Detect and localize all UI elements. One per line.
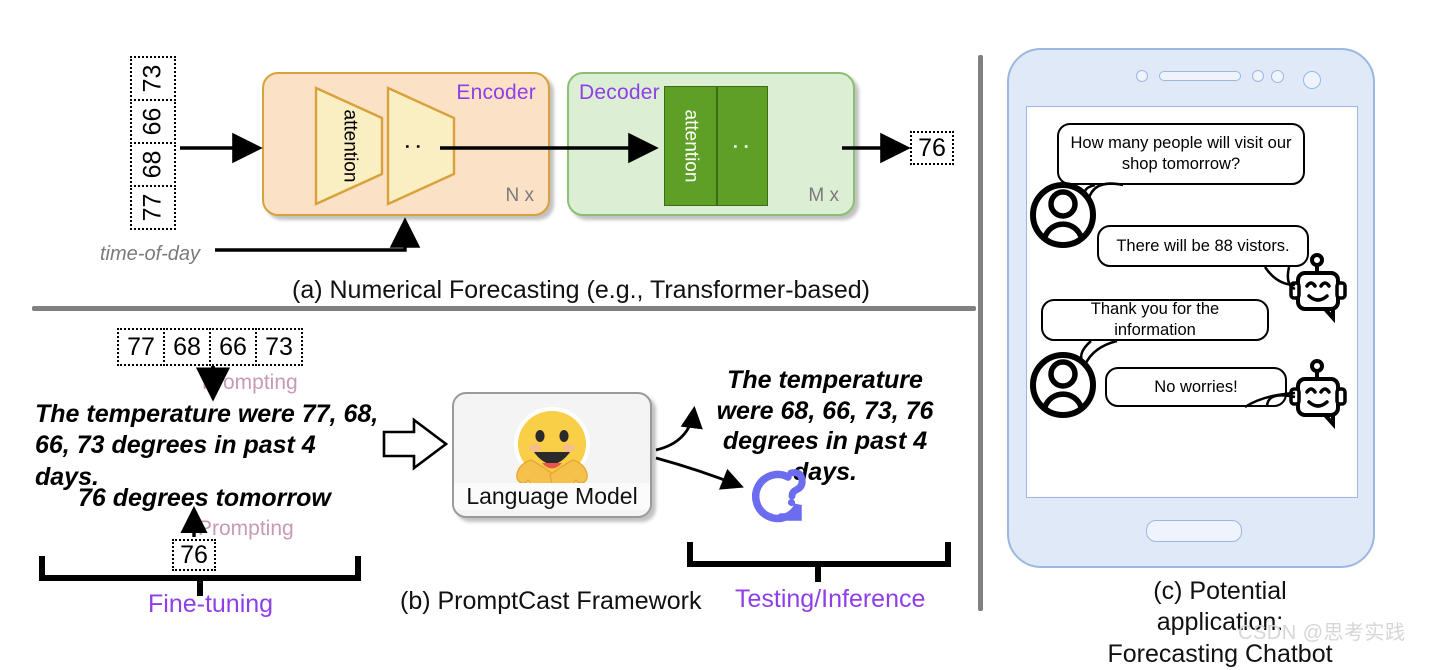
- testing-inference-label: Testing/Inference: [735, 585, 926, 613]
- decoder-repeat-count: M x: [808, 185, 839, 206]
- forecast-output-cell: 76: [910, 131, 954, 165]
- phone-home-button[interactable]: [1146, 520, 1242, 542]
- vertical-divider: [978, 55, 983, 611]
- encoder-stack-trapezoid: :: [386, 86, 456, 206]
- sequence-cell: 68: [163, 328, 211, 366]
- inference-chat-question-icon: [748, 465, 812, 534]
- phone-sensor-dot-2: [1271, 70, 1284, 83]
- encoder-block: Encoder N x attention :: [262, 72, 550, 216]
- user-avatar-icon: [1030, 182, 1096, 248]
- sequence-value-row: 77 68 66 73: [117, 328, 303, 366]
- phone-mockup: How many people will visit our shop tomo…: [1007, 48, 1375, 568]
- decoder-block: Decoder M x attention :: [567, 72, 855, 216]
- phone-screen: How many people will visit our shop tomo…: [1026, 106, 1358, 498]
- input-cell: 77: [130, 185, 176, 230]
- encoder-title: Encoder: [456, 81, 536, 104]
- decoder-title: Decoder: [579, 81, 660, 104]
- bot-avatar-icon: [1289, 253, 1347, 324]
- finetune-label: Fine-tuning: [148, 590, 274, 618]
- input-cell: 66: [130, 99, 176, 144]
- phone-camera-dot: [1136, 70, 1148, 82]
- prompting-label-target: Prompting: [198, 517, 294, 540]
- decoder-attention-rect: attention: [664, 86, 717, 206]
- test-sentence: The temperature were 68, 66, 73, 76 degr…: [716, 366, 934, 486]
- decoder-attention-label: attention: [680, 109, 702, 183]
- encoder-repeat-count: N x: [505, 185, 535, 206]
- prompting-label-input: Prompting: [202, 371, 298, 394]
- input-cell: 68: [130, 142, 176, 187]
- decoder-stack-rect: :: [717, 86, 768, 206]
- language-model-label: Language Model: [454, 483, 650, 510]
- sequence-cell: 66: [209, 328, 257, 366]
- input-cell: 73: [130, 56, 176, 101]
- input-cell-label: 66: [138, 107, 167, 136]
- figure-canvas: 73 66 68 77 Encoder N x attention : Deco…: [0, 0, 1440, 668]
- bot-avatar-icon-2: [1289, 359, 1347, 430]
- time-of-day-label: time-of-day: [100, 243, 201, 265]
- language-model-card[interactable]: Language Model: [452, 392, 652, 518]
- prompt-sentence: The temperature were 77, 68, 66, 73 degr…: [35, 400, 379, 491]
- csdn-watermark: CSDN @思考实践: [1238, 622, 1406, 644]
- sequence-cell: 77: [117, 328, 165, 366]
- phone-sensor-dot-1: [1252, 70, 1264, 82]
- phone-speaker-grille: [1159, 71, 1241, 81]
- input-cell-label: 73: [138, 64, 167, 93]
- decoder-ellipsis: :: [727, 142, 758, 150]
- panel-b-caption: (b) PromptCast Framework: [400, 587, 702, 615]
- encoder-attention-trapezoid: attention: [314, 86, 384, 206]
- panel-a-caption: (a) Numerical Forecasting (e.g., Transfo…: [292, 276, 870, 304]
- input-cell-label: 77: [138, 193, 167, 222]
- input-cell-label: 68: [138, 150, 167, 179]
- input-value-stack: 73 66 68 77: [130, 56, 176, 230]
- finetune-target-cell: 76: [172, 539, 216, 571]
- sequence-cell: 73: [255, 328, 303, 366]
- horizontal-divider: [32, 306, 976, 311]
- prompt-to-model-arrow: [382, 417, 449, 471]
- phone-front-camera: [1303, 71, 1321, 89]
- answer-sentence: 76 degrees tomorrow: [78, 484, 331, 512]
- forecast-output-label: 76: [918, 133, 946, 162]
